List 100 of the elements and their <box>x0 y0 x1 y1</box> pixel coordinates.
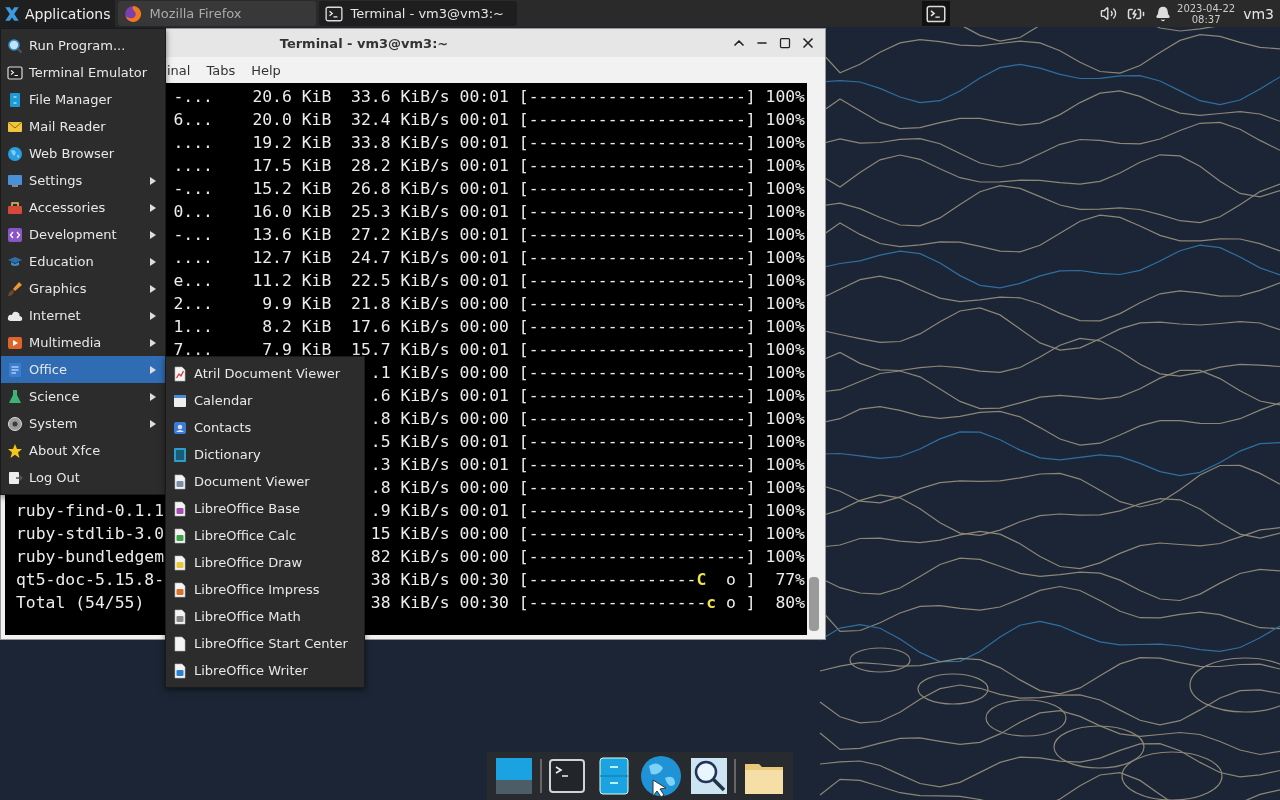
menu-item[interactable]: Terminal Emulator <box>1 59 165 86</box>
submenu-arrow-icon <box>149 176 157 185</box>
menu-item[interactable]: LibreOffice Draw <box>166 549 364 576</box>
document-icon <box>7 361 23 378</box>
maximize-icon <box>778 37 791 49</box>
menu-item-label: Mail Reader <box>29 119 107 134</box>
menu-bar-item[interactable]: Tabs <box>206 62 236 78</box>
menu-item[interactable]: Settings <box>1 167 165 194</box>
submenu-arrow-icon <box>149 365 157 374</box>
terminal-text: .8 KiB/s 00:00 [----------------------] 100% <box>370 408 805 430</box>
submenu-arrow-icon <box>149 203 157 212</box>
window-title: Terminal - vm3@vm3:~ <box>279 35 449 51</box>
terminal-text: 38 KiB/s 00:30 [-----------------C o ] 77% <box>370 569 805 591</box>
terminal-text: .3 KiB/s 00:01 [----------------------] 100% <box>370 454 805 476</box>
terminal-text: 15 KiB/s 00:00 [----------------------] 100% <box>370 523 805 545</box>
taskbar-button[interactable]: Terminal - vm3@vm3:~ <box>318 1 517 26</box>
document-icon <box>172 662 188 679</box>
document-icon <box>172 635 188 652</box>
terminal-text: -... 15.2 KiB 26.8 KiB/s 00:01 [----------------------] 100% <box>173 178 805 200</box>
terminal-text: e... 11.2 KiB 22.5 KiB/s 00:01 [----------------------] 100% <box>173 270 805 292</box>
menu-item-label: File Manager <box>29 92 113 107</box>
monitor-icon <box>7 172 23 189</box>
menu-item-label: Contacts <box>194 420 253 435</box>
desktop-icon[interactable] <box>493 756 534 796</box>
menu-item[interactable]: Dictionary <box>166 441 364 468</box>
applications-menu-button[interactable]: Applications <box>0 0 115 27</box>
workspace-button[interactable] <box>922 1 951 26</box>
menu-item[interactable]: Development <box>1 221 165 248</box>
terminal-text: 2... 9.9 KiB 21.8 KiB/s 00:00 [----------------------] 100% <box>173 293 805 315</box>
clock-time: 08:37 <box>1191 13 1221 25</box>
menu-item[interactable]: Multimedia <box>1 329 165 356</box>
submenu-arrow-icon <box>149 392 157 401</box>
volume-icon[interactable] <box>1100 5 1118 22</box>
menu-item-label: Web Browser <box>29 146 116 161</box>
menu-item[interactable]: Web Browser <box>1 140 165 167</box>
menu-item[interactable]: About Xfce <box>1 437 165 464</box>
terminal-icon <box>324 4 343 23</box>
menu-item-label: LibreOffice Writer <box>194 663 309 678</box>
menu-item-label: Office <box>29 362 68 377</box>
menu-item-label: Education <box>29 254 95 269</box>
user-name[interactable]: vm3 <box>1243 5 1274 22</box>
bell-icon[interactable] <box>1155 5 1172 22</box>
terminal-icon <box>7 64 23 81</box>
menu-item[interactable]: Mail Reader <box>1 113 165 140</box>
menu-item[interactable]: LibreOffice Base <box>166 495 364 522</box>
menu-item[interactable]: Document Viewer <box>166 468 364 495</box>
menu-item[interactable]: File Manager <box>1 86 165 113</box>
document-icon <box>172 527 188 544</box>
terminal-icon[interactable] <box>547 756 588 796</box>
menu-item-label: Science <box>29 389 81 404</box>
menu-item[interactable]: Graphics <box>1 275 165 302</box>
globe-icon <box>7 145 23 162</box>
menu-bar-item[interactable]: inal <box>167 62 191 78</box>
menu-item[interactable]: Science <box>1 383 165 410</box>
search-icon[interactable] <box>688 756 729 796</box>
menu-item[interactable]: Internet <box>1 302 165 329</box>
menu-item[interactable]: Contacts <box>166 414 364 441</box>
clock-date: 2023-04-22 <box>1177 2 1236 14</box>
document-icon <box>172 608 188 625</box>
menu-item-label: Terminal Emulator <box>29 65 149 80</box>
terminal-text: -... 13.6 KiB 27.2 KiB/s 00:01 [----------------------] 100% <box>173 224 805 246</box>
menu-bar-item[interactable]: Help <box>251 62 281 78</box>
clock[interactable]: 2023-04-22 08:37 <box>1177 2 1236 25</box>
contact-card-icon <box>172 419 188 436</box>
terminal-text: ruby-stdlib-3.0 <box>16 523 165 545</box>
scrollbar-thumb[interactable] <box>809 577 819 631</box>
brush-icon <box>7 280 23 297</box>
menu-item-label: Graphics <box>29 281 88 296</box>
cabinet-icon <box>7 91 23 108</box>
menu-item[interactable]: LibreOffice Writer <box>166 657 364 684</box>
chart-document-icon <box>172 365 188 382</box>
menu-item-label: Calendar <box>194 393 254 408</box>
submenu-arrow-icon <box>149 284 157 293</box>
taskbar-button[interactable]: Mozilla Firefox <box>117 1 316 26</box>
terminal-text: .8 KiB/s 00:00 [----------------------] 100% <box>370 477 805 499</box>
terminal-icon <box>926 3 947 24</box>
terminal-text: ruby-bundledgem <box>16 546 165 568</box>
menu-item[interactable]: System <box>1 410 165 437</box>
menu-item[interactable]: Log Out <box>1 464 165 491</box>
menu-item[interactable]: Run Program... <box>1 32 165 59</box>
menu-item[interactable]: Calendar <box>166 387 364 414</box>
menu-item[interactable]: Accessories <box>1 194 165 221</box>
globe-icon[interactable] <box>638 754 683 798</box>
menu-item-label: System <box>29 416 79 431</box>
menu-item[interactable]: Education <box>1 248 165 275</box>
terminal-text: .9 KiB/s 00:01 [----------------------] 100% <box>370 500 805 522</box>
menu-item[interactable]: Office <box>1 356 165 383</box>
menu-item[interactable]: LibreOffice Calc <box>166 522 364 549</box>
flask-icon <box>7 388 23 405</box>
play-icon <box>7 334 23 351</box>
menu-item[interactable]: LibreOffice Math <box>166 603 364 630</box>
menu-item-label: Log Out <box>29 470 81 485</box>
menu-item[interactable]: LibreOffice Start Center <box>166 630 364 657</box>
terminal-text: 1... 8.2 KiB 17.6 KiB/s 00:00 [----------------------] 100% <box>173 316 805 338</box>
menu-item-label: Dictionary <box>194 447 262 462</box>
menu-item[interactable]: LibreOffice Impress <box>166 576 364 603</box>
book-icon <box>172 446 188 463</box>
terminal-text: 6... 20.0 KiB 32.4 KiB/s 00:01 [----------------------] 100% <box>173 109 805 131</box>
toolbox-icon <box>7 199 23 216</box>
menu-item[interactable]: Atril Document Viewer <box>166 360 364 387</box>
